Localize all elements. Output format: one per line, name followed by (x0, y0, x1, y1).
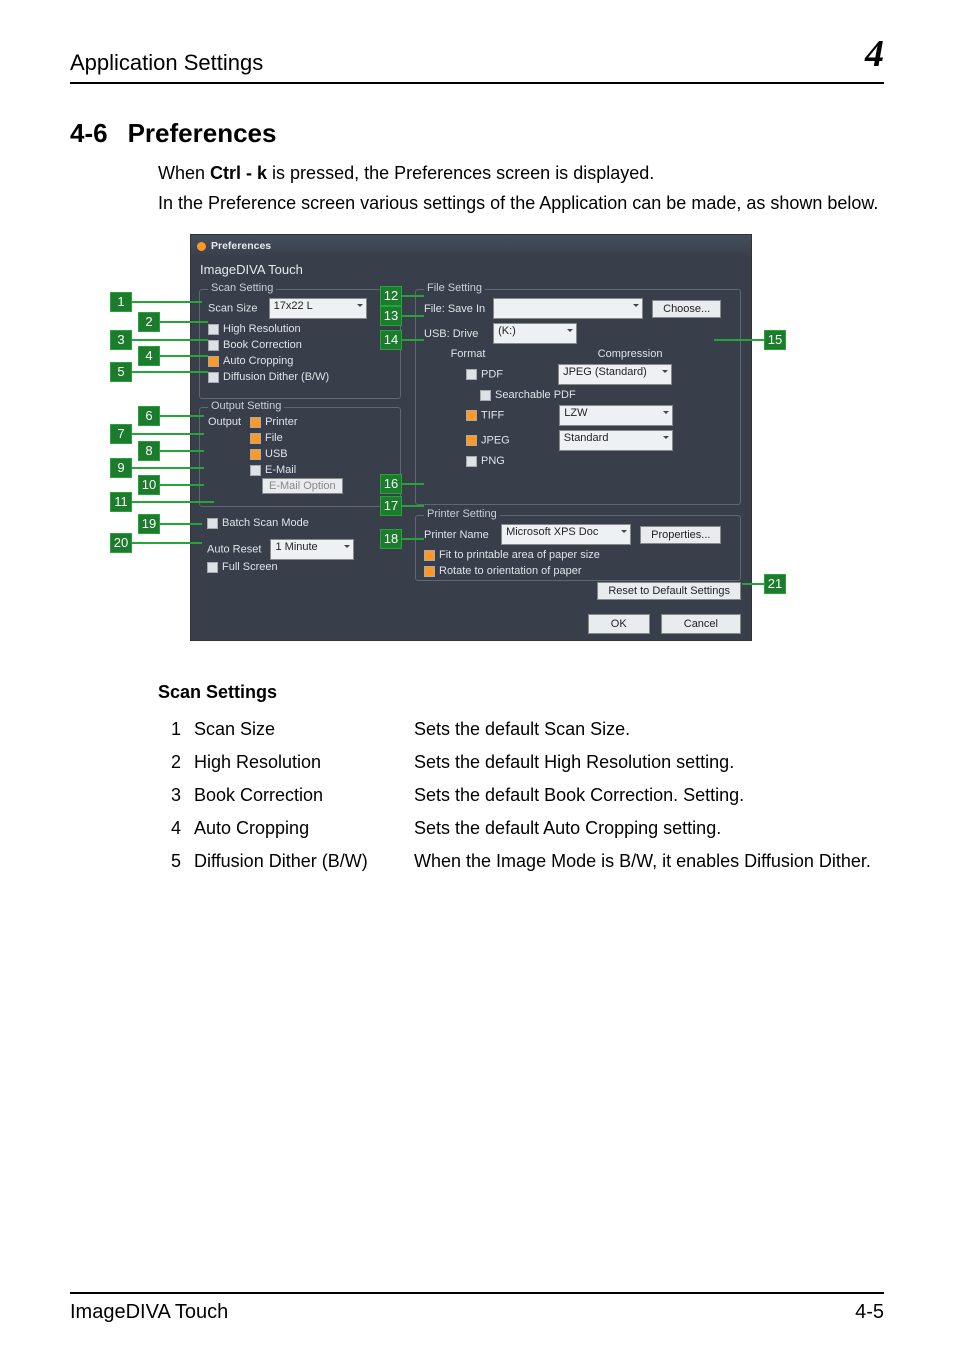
table-row: 5Diffusion Dither (B/W)When the Image Mo… (158, 845, 878, 878)
format-jpeg-checkbox[interactable] (466, 435, 477, 446)
window-titlebar: Preferences (191, 235, 751, 257)
callout-1: 1 (110, 292, 132, 312)
diffusion-dither-label: Diffusion Dither (B/W) (223, 371, 329, 383)
output-setting-group: Output Setting Output Printer File USB E… (199, 407, 401, 507)
footer: ImageDIVA Touch 4-5 (70, 1292, 884, 1324)
batch-scan-checkbox[interactable] (207, 518, 218, 529)
full-screen-checkbox[interactable] (207, 562, 218, 573)
callout-20: 20 (110, 533, 132, 553)
chapter-number: 4 (865, 32, 884, 76)
callout-2: 2 (138, 312, 160, 332)
callout-5: 5 (110, 362, 132, 382)
auto-cropping-checkbox[interactable] (208, 356, 219, 367)
usb-drive-combo[interactable]: (K:) (493, 323, 577, 344)
callout-11: 11 (110, 492, 132, 512)
book-correction-checkbox[interactable] (208, 340, 219, 351)
callout-21: 21 (764, 574, 786, 594)
callout-17: 17 (380, 496, 402, 516)
rotate-checkbox[interactable] (424, 566, 435, 577)
callout-12: 12 (380, 286, 402, 306)
table-row: 1Scan SizeSets the default Scan Size. (158, 713, 878, 746)
window-heading: ImageDIVA Touch (191, 257, 751, 279)
ok-button[interactable]: OK (588, 614, 650, 634)
tiff-compression-combo[interactable]: LZW (559, 405, 673, 426)
callout-15: 15 (764, 330, 786, 350)
preferences-figure: Preferences ImageDIVA Touch Scan Setting… (110, 234, 790, 656)
scan-size-label: Scan Size (208, 303, 258, 315)
footer-page: 4-5 (855, 1301, 884, 1324)
callout-7: 7 (110, 424, 132, 444)
auto-reset-combo[interactable]: 1 Minute (270, 539, 354, 560)
callout-6: 6 (138, 406, 160, 426)
file-setting-group: File Setting File: Save In Choose... USB… (415, 289, 741, 505)
file-setting-legend: File Setting (424, 282, 485, 294)
header-title: Application Settings (70, 50, 263, 76)
callout-18: 18 (380, 529, 402, 549)
scan-size-combo[interactable]: 17x22 L (269, 298, 367, 319)
email-option-button[interactable]: E-Mail Option (262, 478, 343, 494)
callout-14: 14 (380, 330, 402, 350)
callout-13: 13 (380, 306, 402, 326)
scan-settings-table: 1Scan SizeSets the default Scan Size. 2H… (158, 713, 878, 878)
callout-9: 9 (110, 458, 132, 478)
output-file-checkbox[interactable] (250, 433, 261, 444)
output-usb-checkbox[interactable] (250, 449, 261, 460)
fit-area-checkbox[interactable] (424, 550, 435, 561)
diffusion-dither-checkbox[interactable] (208, 372, 219, 383)
output-label: Output (208, 416, 241, 428)
scan-setting-legend: Scan Setting (208, 282, 276, 294)
callout-19: 19 (138, 514, 160, 534)
section-number: 4-6 (70, 118, 108, 149)
book-correction-label: Book Correction (223, 339, 302, 351)
output-printer-checkbox[interactable] (250, 417, 261, 428)
reset-defaults-button[interactable]: Reset to Default Settings (597, 582, 741, 600)
printer-setting-group: Printer Setting Printer Name Microsoft X… (415, 515, 741, 581)
scan-setting-group: Scan Setting Scan Size 17x22 L High Reso… (199, 289, 401, 399)
window-caption: Preferences (211, 240, 271, 252)
header-rule (70, 82, 884, 84)
callout-16: 16 (380, 474, 402, 494)
callout-10: 10 (138, 475, 160, 495)
pdf-compression-combo[interactable]: JPEG (Standard) (558, 364, 672, 385)
format-pdf-checkbox[interactable] (466, 369, 477, 380)
preferences-window: Preferences ImageDIVA Touch Scan Setting… (190, 234, 752, 641)
callout-8: 8 (138, 441, 160, 461)
high-resolution-checkbox[interactable] (208, 324, 219, 335)
cancel-button[interactable]: Cancel (661, 614, 741, 634)
properties-button[interactable]: Properties... (640, 526, 721, 544)
intro-text: When Ctrl - k is pressed, the Preference… (158, 160, 884, 216)
format-tiff-checkbox[interactable] (466, 410, 477, 421)
output-email-checkbox[interactable] (250, 465, 261, 476)
auto-cropping-label: Auto Cropping (223, 355, 293, 367)
table-row: 4Auto CroppingSets the default Auto Crop… (158, 812, 878, 845)
callout-4: 4 (138, 346, 160, 366)
printer-setting-legend: Printer Setting (424, 508, 500, 520)
app-icon (197, 242, 206, 251)
callout-3: 3 (110, 330, 132, 350)
printer-name-combo[interactable]: Microsoft XPS Doc (501, 524, 631, 545)
output-setting-legend: Output Setting (208, 400, 284, 412)
searchable-pdf-checkbox[interactable] (480, 390, 491, 401)
choose-button[interactable]: Choose... (652, 300, 721, 318)
jpeg-compression-combo[interactable]: Standard (559, 430, 673, 451)
table-row: 3Book CorrectionSets the default Book Co… (158, 779, 878, 812)
auto-reset-label: Auto Reset (207, 544, 261, 556)
footer-product: ImageDIVA Touch (70, 1301, 228, 1324)
high-resolution-label: High Resolution (223, 323, 301, 335)
section-title: Preferences (128, 118, 277, 149)
table-row: 2High ResolutionSets the default High Re… (158, 746, 878, 779)
format-png-checkbox[interactable] (466, 456, 477, 467)
scan-settings-heading: Scan Settings (158, 682, 884, 703)
file-savein-field[interactable] (493, 298, 643, 319)
